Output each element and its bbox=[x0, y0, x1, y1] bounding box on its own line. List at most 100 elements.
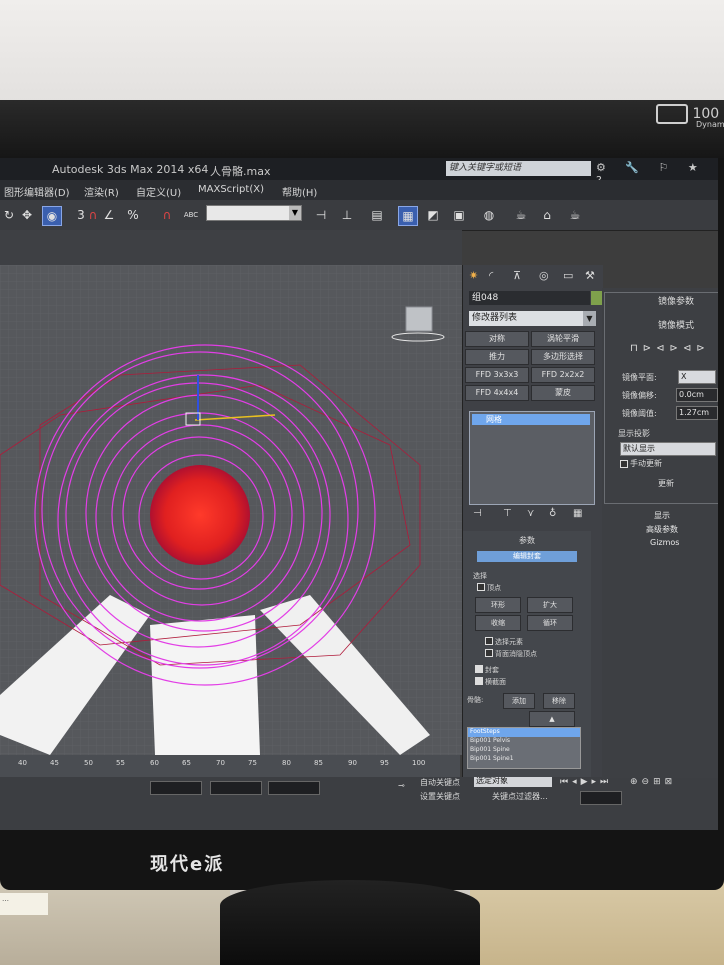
make-unique-icon[interactable]: ⋎ bbox=[527, 508, 534, 519]
mirror-plane-dropdown[interactable]: X bbox=[678, 370, 716, 384]
triangle-up-icon[interactable]: ▲ bbox=[529, 711, 575, 727]
command-panel: ✷ ◜ ⊼ ◎ ▭ ⚒ 组048 修改器列表 ▼ 对称 涡轮平滑 推力 多边形选… bbox=[462, 265, 603, 777]
paper-note: … bbox=[0, 893, 48, 915]
ffd-4x4x4-button[interactable]: FFD 4x4x4 bbox=[465, 385, 529, 401]
bone-list-item[interactable]: FootSteps bbox=[468, 728, 580, 737]
angle-snap-icon[interactable]: ∠ bbox=[100, 206, 118, 224]
tick-label: 80 bbox=[282, 759, 291, 767]
mirror-threshold-field[interactable]: 1.27cm bbox=[676, 406, 718, 420]
layers-icon[interactable]: ▤ bbox=[368, 206, 386, 224]
edit-named-sets-button[interactable]: ABC bbox=[182, 206, 200, 224]
auto-key-label[interactable]: 自动关键点 bbox=[420, 777, 460, 788]
configure-sets-icon[interactable]: ▦ bbox=[573, 508, 582, 519]
scene-explorer-icon[interactable]: ▦ bbox=[398, 206, 418, 226]
bone-list-item[interactable]: Bip001 Pelvis bbox=[468, 737, 580, 746]
z-coordinate-field[interactable] bbox=[268, 781, 320, 795]
modify-tab-icon[interactable]: ◜ bbox=[489, 269, 493, 282]
menu-rendering[interactable]: 渲染(R) bbox=[84, 184, 119, 199]
mirror-offset-field[interactable]: 0.0cm bbox=[676, 388, 718, 402]
frame-field[interactable] bbox=[580, 791, 622, 805]
named-selection-set-dropdown[interactable]: ▼ bbox=[206, 205, 302, 221]
display-tab-icon[interactable]: ▭ bbox=[563, 269, 573, 282]
symmetry-button[interactable]: 对称 bbox=[465, 331, 529, 347]
update-button[interactable]: 更新 bbox=[658, 478, 674, 489]
vertex-checkbox[interactable] bbox=[477, 583, 485, 591]
move-icon[interactable]: ✥ bbox=[18, 206, 36, 224]
create-tab-icon[interactable]: ✷ bbox=[469, 269, 478, 282]
mirror-mode-label: 镜像模式 bbox=[658, 321, 695, 331]
bone-list[interactable]: FootSteps Bip001 Pelvis Bip001 Spine Bip… bbox=[467, 727, 581, 769]
poly-select-button[interactable]: 多边形选择 bbox=[531, 349, 595, 365]
hierarchy-tab-icon[interactable]: ⊼ bbox=[513, 269, 521, 282]
gizmos-rollout[interactable]: Gizmos bbox=[650, 538, 679, 547]
viewport-nav-icons[interactable]: ⊕⊖⊞⊠ bbox=[630, 777, 676, 787]
loop-button[interactable]: 循环 bbox=[527, 615, 573, 631]
advanced-rollout[interactable]: 高级参数 bbox=[646, 524, 678, 535]
select-element-label: 选择元素 bbox=[495, 638, 523, 646]
time-slider-track[interactable]: 40 45 50 55 60 65 70 75 80 85 90 95 100 bbox=[0, 755, 460, 777]
align-icon[interactable]: ⊥ bbox=[338, 206, 356, 224]
select-object-icon[interactable]: ◉ bbox=[42, 206, 62, 226]
ring-button[interactable]: 环形 bbox=[475, 597, 521, 613]
main-toolbar: ↻ ✥ ◉ 3 ∩ ∠ % ∩ ABC ⊣ ⊥ ▤ ▦ ◩ ▣ ◍ ☕ ⌂ ☕ bbox=[0, 200, 718, 231]
schematic-view-icon[interactable]: ▣ bbox=[450, 206, 468, 224]
playback-controls[interactable]: ⏮◂▶▸⏭ bbox=[560, 777, 612, 787]
edit-envelopes-button[interactable]: 编辑封套 bbox=[477, 551, 577, 562]
motion-tab-icon[interactable]: ◎ bbox=[539, 269, 549, 282]
bone-list-item[interactable]: Bip001 Spine1 bbox=[468, 755, 580, 764]
percent-snap-button[interactable]: % bbox=[124, 206, 142, 224]
menu-bar: 图形编辑器(D) 渲染(R) 自定义(U) MAXScript(X) 帮助(H) bbox=[0, 180, 718, 200]
rotate-icon[interactable]: ↻ bbox=[0, 206, 18, 224]
key-filters-button[interactable]: 关键点过滤器... bbox=[492, 791, 548, 802]
render-teapot-icon[interactable]: ☕ bbox=[566, 206, 584, 224]
backface-checkbox[interactable] bbox=[485, 649, 493, 657]
tick-label: 100 bbox=[412, 759, 426, 767]
ffd-2x2x2-button[interactable]: FFD 2x2x2 bbox=[531, 367, 595, 383]
add-bone-button[interactable]: 添加 bbox=[503, 693, 535, 709]
viewport-top-strip bbox=[0, 230, 462, 265]
menu-maxscript[interactable]: MAXScript(X) bbox=[198, 184, 264, 195]
ffd-3x3x3-button[interactable]: FFD 3x3x3 bbox=[465, 367, 529, 383]
remove-modifier-icon[interactable]: ♁ bbox=[549, 508, 556, 519]
modifier-list-dropdown[interactable]: 修改器列表 ▼ bbox=[469, 311, 596, 326]
curve-editor-icon[interactable]: ◩ bbox=[424, 206, 442, 224]
parameters-rollout: 参数 编辑封套 选择 顶点 环形 扩大 收缩 循环 选择元素 背面消隐顶点 封套… bbox=[463, 531, 591, 777]
remove-bone-button[interactable]: 移除 bbox=[543, 693, 575, 709]
display-rollout[interactable]: 显示 bbox=[654, 510, 670, 521]
pin-stack-icon[interactable]: ⊣ bbox=[473, 508, 482, 519]
push-button[interactable]: 推力 bbox=[465, 349, 529, 365]
stack-item-mesh[interactable]: 网格 bbox=[472, 414, 590, 425]
cross-sections-checkbox[interactable] bbox=[475, 677, 483, 685]
menu-customize[interactable]: 自定义(U) bbox=[136, 184, 181, 199]
menu-help[interactable]: 帮助(H) bbox=[282, 184, 317, 199]
object-name-field[interactable]: 组048 bbox=[469, 291, 590, 305]
tick-label: 70 bbox=[216, 759, 225, 767]
grow-button[interactable]: 扩大 bbox=[527, 597, 573, 613]
mirror-mode-buttons[interactable]: ⊓⊳⊲⊳⊲⊳ bbox=[630, 343, 710, 354]
select-element-checkbox[interactable] bbox=[485, 637, 493, 645]
utilities-tab-icon[interactable]: ⚒ bbox=[585, 269, 595, 282]
envelopes-checkbox[interactable] bbox=[475, 665, 483, 673]
mirror-icon[interactable]: ⊣ bbox=[312, 206, 330, 224]
modifier-stack[interactable]: 网格 bbox=[469, 411, 595, 505]
x-coordinate-field[interactable] bbox=[150, 781, 202, 795]
render-setup-icon[interactable]: ☕ bbox=[512, 206, 530, 224]
turbosmooth-button[interactable]: 涡轮平滑 bbox=[531, 331, 595, 347]
menu-graph-editors[interactable]: 图形编辑器(D) bbox=[4, 184, 70, 199]
material-editor-icon[interactable]: ◍ bbox=[480, 206, 498, 224]
bone-list-item[interactable]: Bip001 Spine bbox=[468, 746, 580, 755]
search-input[interactable]: 键入关键字或短语 bbox=[446, 161, 591, 176]
set-key-label[interactable]: 设置关键点 bbox=[420, 791, 460, 802]
rendered-frame-icon[interactable]: ⌂ bbox=[538, 206, 556, 224]
spinner-snap-icon[interactable]: ∩ bbox=[158, 206, 176, 224]
shrink-button[interactable]: 收缩 bbox=[475, 615, 521, 631]
perspective-viewport[interactable] bbox=[0, 265, 462, 755]
manual-update-checkbox[interactable] bbox=[620, 460, 628, 468]
envelopes-label: 封套 bbox=[485, 666, 499, 674]
show-end-result-icon[interactable]: ⊤ bbox=[503, 508, 512, 519]
y-coordinate-field[interactable] bbox=[210, 781, 262, 795]
skin-button[interactable]: 蒙皮 bbox=[531, 385, 595, 401]
display-projection-dropdown[interactable]: 默认显示 bbox=[620, 442, 716, 456]
tick-label: 65 bbox=[182, 759, 191, 767]
key-icon[interactable]: ⊸ bbox=[398, 781, 405, 790]
